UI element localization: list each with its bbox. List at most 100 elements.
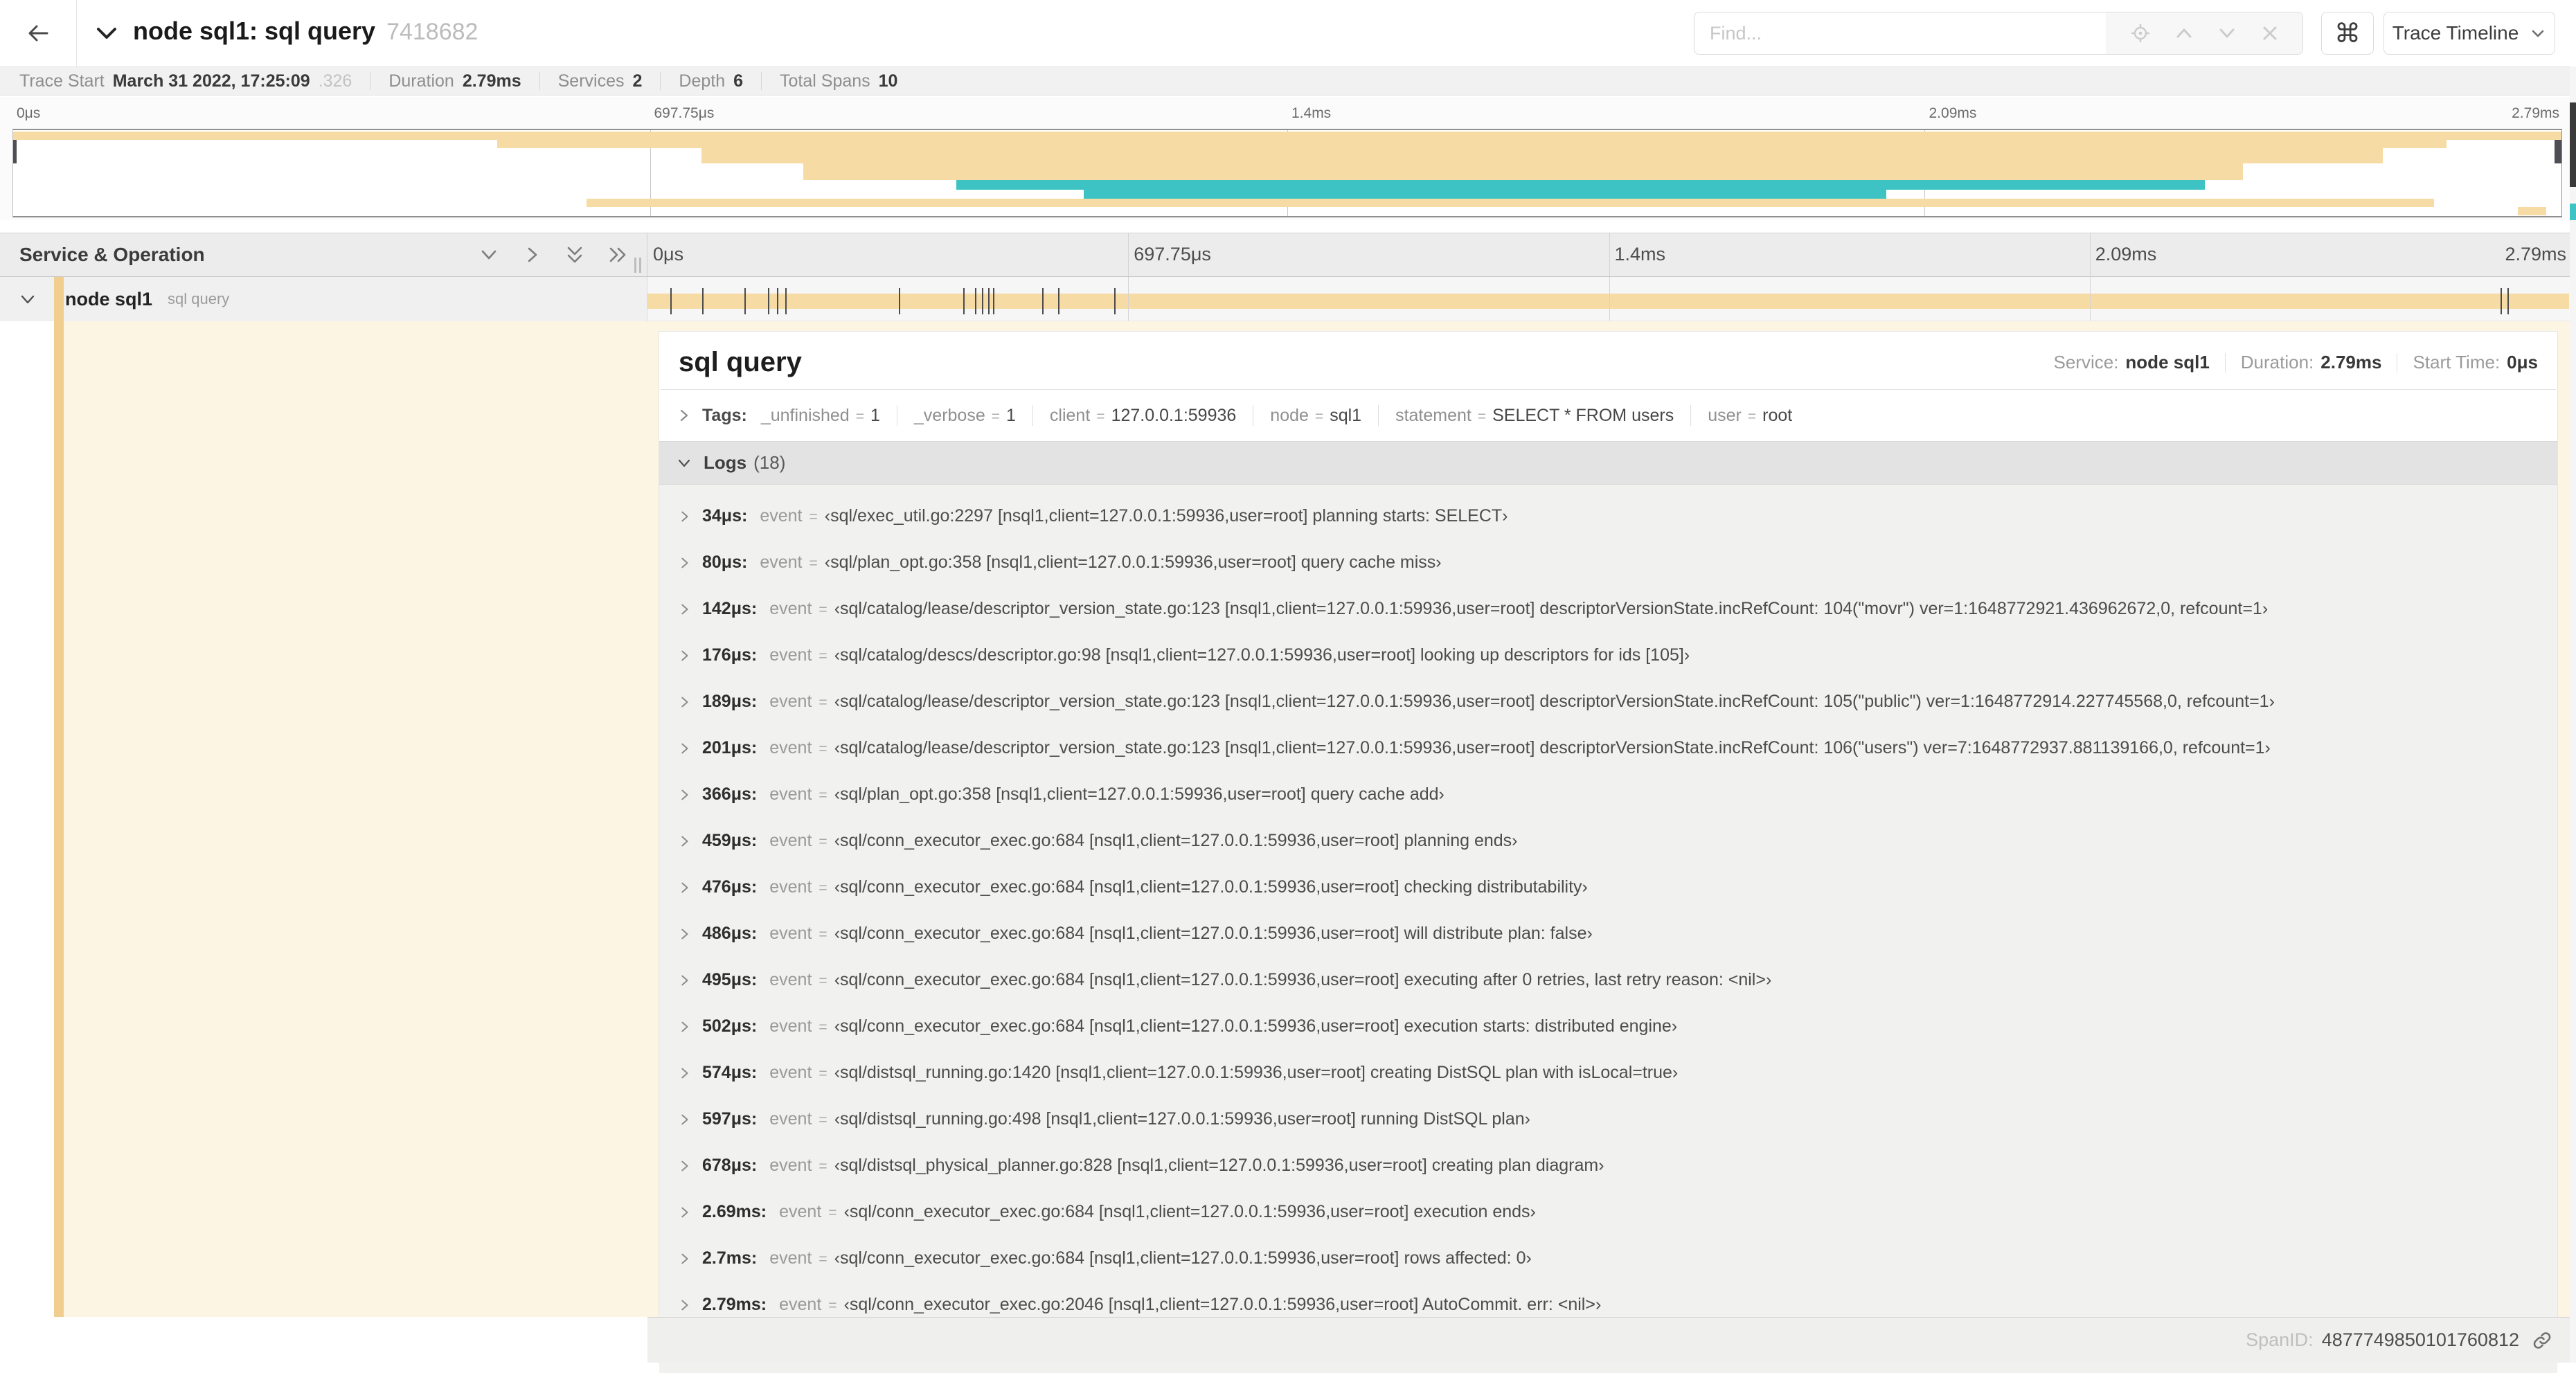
trace-title-collapse-toggle[interactable] <box>93 21 120 46</box>
scrollbar-teal-mark <box>2570 204 2576 220</box>
timeline-gridline <box>2089 277 2091 321</box>
log-marker-tick <box>987 288 990 314</box>
log-row[interactable]: 142μs: event = ‹sql/catalog/lease/descripto… <box>659 586 2557 632</box>
log-field-key: event <box>769 1156 812 1175</box>
log-row[interactable]: 476μs: event = ‹sql/conn_executor_exec.go:6… <box>659 864 2557 910</box>
log-field-key: event <box>769 1109 812 1129</box>
log-row[interactable]: 34μs: event = ‹sql/exec_util.go:2297 [nsql1… <box>659 493 2557 539</box>
log-field-value: ‹sql/conn_executor_exec.go:684 [nsql1,cl… <box>834 924 1593 943</box>
timeline-gridline <box>1128 233 1129 276</box>
back-button[interactable] <box>0 0 77 66</box>
span-id-footer: SpanID: 4877749850101760812 <box>647 1317 2576 1363</box>
log-expand-icon[interactable] <box>677 1113 691 1127</box>
logs-section-header[interactable]: Logs (18) <box>659 441 2557 485</box>
log-field-key: event <box>779 1295 822 1314</box>
log-expand-icon[interactable] <box>677 1252 691 1266</box>
log-field-value: ‹sql/catalog/lease/descriptor_version_st… <box>834 738 2271 757</box>
column-grip-icon[interactable] <box>634 258 641 273</box>
log-field-value: ‹sql/distsql_running.go:498 [nsql1,clien… <box>834 1109 1530 1129</box>
log-row[interactable]: 201μs: event = ‹sql/catalog/lease/descripto… <box>659 725 2557 771</box>
log-field-value: ‹sql/catalog/descs/descriptor.go:98 [nsq… <box>834 645 1690 665</box>
timeline-gridline <box>1609 277 1610 321</box>
span-row-name-cell[interactable]: node sql1 sql query <box>0 277 647 321</box>
log-row[interactable]: 597μs: event = ‹sql/distsql_running.go:498 … <box>659 1096 2557 1142</box>
log-expand-icon[interactable] <box>677 649 691 663</box>
trace-summary-bar: Trace Start March 31 2022, 17:25:09 .326 Du… <box>0 66 2576 96</box>
keyboard-shortcuts-button[interactable]: ⌘ <box>2321 12 2374 55</box>
tags-expand-icon <box>676 408 691 423</box>
log-row[interactable]: 2.69ms: event = ‹sql/conn_executor_exec.go:… <box>659 1189 2557 1235</box>
equals-sign: = <box>809 509 818 525</box>
tag-value: root <box>1762 405 1793 425</box>
collapse-one-icon[interactable] <box>521 244 543 266</box>
span-duration-bar[interactable] <box>647 294 2569 309</box>
log-row[interactable]: 486μs: event = ‹sql/conn_executor_exec.go:6… <box>659 910 2557 957</box>
log-expand-icon[interactable] <box>677 1298 691 1312</box>
log-row[interactable]: 678μs: event = ‹sql/distsql_physical_planne… <box>659 1142 2557 1189</box>
log-marker-tick <box>992 288 994 314</box>
log-expand-icon[interactable] <box>677 602 691 616</box>
log-row[interactable]: 574μs: event = ‹sql/distsql_running.go:1420… <box>659 1050 2557 1096</box>
collapse-all-icon[interactable] <box>607 244 629 266</box>
expand-one-icon[interactable] <box>478 244 500 266</box>
log-expand-icon[interactable] <box>677 1020 691 1034</box>
log-expand-icon[interactable] <box>677 510 691 523</box>
equals-sign: = <box>819 602 828 618</box>
divider <box>1032 405 1033 426</box>
log-row[interactable]: 495μs: event = ‹sql/conn_executor_exec.go:6… <box>659 957 2557 1003</box>
span-row-timeline-cell[interactable] <box>647 277 2571 321</box>
log-row[interactable]: 366μs: event = ‹sql/plan_opt.go:358 [nsql1,… <box>659 771 2557 818</box>
row-collapse-icon[interactable] <box>18 289 37 309</box>
log-expand-icon[interactable] <box>677 556 691 570</box>
log-field-value: ‹sql/conn_executor_exec.go:684 [nsql1,cl… <box>834 831 1518 850</box>
log-field-value: ‹sql/exec_util.go:2297 [nsql1,client=127… <box>824 506 1508 526</box>
find-clear-icon[interactable] <box>2260 24 2280 43</box>
detail-title: sql query <box>679 347 802 377</box>
log-expand-icon[interactable] <box>677 834 691 848</box>
logs-title: Logs <box>704 452 747 473</box>
log-expand-icon[interactable] <box>677 1159 691 1173</box>
log-expand-icon[interactable] <box>677 973 691 987</box>
log-row[interactable]: 2.7ms: event = ‹sql/conn_executor_exec.go:6… <box>659 1235 2557 1282</box>
minimap-span-bar <box>701 148 2383 163</box>
log-expand-icon[interactable] <box>677 695 691 709</box>
log-expand-icon[interactable] <box>677 1066 691 1080</box>
trace-info-item: Services 2 <box>558 71 643 91</box>
log-marker-tick <box>1058 288 1060 314</box>
log-expand-icon[interactable] <box>677 927 691 941</box>
span-operation-name: sql query <box>168 290 230 307</box>
page-scrollbar[interactable] <box>2570 66 2576 1363</box>
find-prev-icon[interactable] <box>2174 23 2194 44</box>
scrollbar-thumb[interactable] <box>2570 102 2576 187</box>
expand-all-icon[interactable] <box>564 244 586 266</box>
find-target-icon[interactable] <box>2130 23 2151 44</box>
log-row[interactable]: 502μs: event = ‹sql/conn_executor_exec.go:6… <box>659 1003 2557 1050</box>
equals-sign: = <box>819 1112 828 1128</box>
equals-sign: = <box>809 555 818 571</box>
log-expand-icon[interactable] <box>677 788 691 802</box>
log-expand-icon[interactable] <box>677 742 691 755</box>
log-row[interactable]: 189μs: event = ‹sql/catalog/lease/descripto… <box>659 679 2557 725</box>
tags-row[interactable]: Tags: _unfinished = 1 _verbose = 1 client = 127.… <box>659 390 2557 441</box>
divider <box>761 72 762 90</box>
copy-link-icon[interactable] <box>2532 1330 2552 1351</box>
find-input[interactable] <box>1694 12 2107 54</box>
equals-sign: = <box>855 408 864 424</box>
minimap-canvas[interactable] <box>12 129 2562 217</box>
detail-card-header: sql query Service: node sql1 Duration: 2.79… <box>659 332 2557 389</box>
tags-items: _unfinished = 1 _verbose = 1 client = 127.0.0.1:… <box>761 405 1792 426</box>
log-timestamp: 678μs: <box>702 1156 758 1175</box>
log-row[interactable]: 176μs: event = ‹sql/catalog/descs/descripto… <box>659 632 2557 679</box>
view-selector-button[interactable]: Trace Timeline <box>2383 12 2555 55</box>
equals-sign: = <box>819 880 828 896</box>
log-row[interactable]: 459μs: event = ‹sql/conn_executor_exec.go:6… <box>659 818 2557 864</box>
log-timestamp: 486μs: <box>702 924 758 943</box>
log-expand-icon[interactable] <box>677 1205 691 1219</box>
log-field-value: ‹sql/catalog/lease/descriptor_version_st… <box>834 599 2269 618</box>
log-field-key: event <box>769 1016 812 1036</box>
log-row[interactable]: 80μs: event = ‹sql/plan_opt.go:358 [nsql1,c… <box>659 539 2557 586</box>
log-expand-icon[interactable] <box>677 881 691 895</box>
log-timestamp: 80μs: <box>702 553 748 572</box>
find-next-icon[interactable] <box>2217 23 2237 44</box>
trace-info-item: Depth 6 <box>679 71 743 91</box>
